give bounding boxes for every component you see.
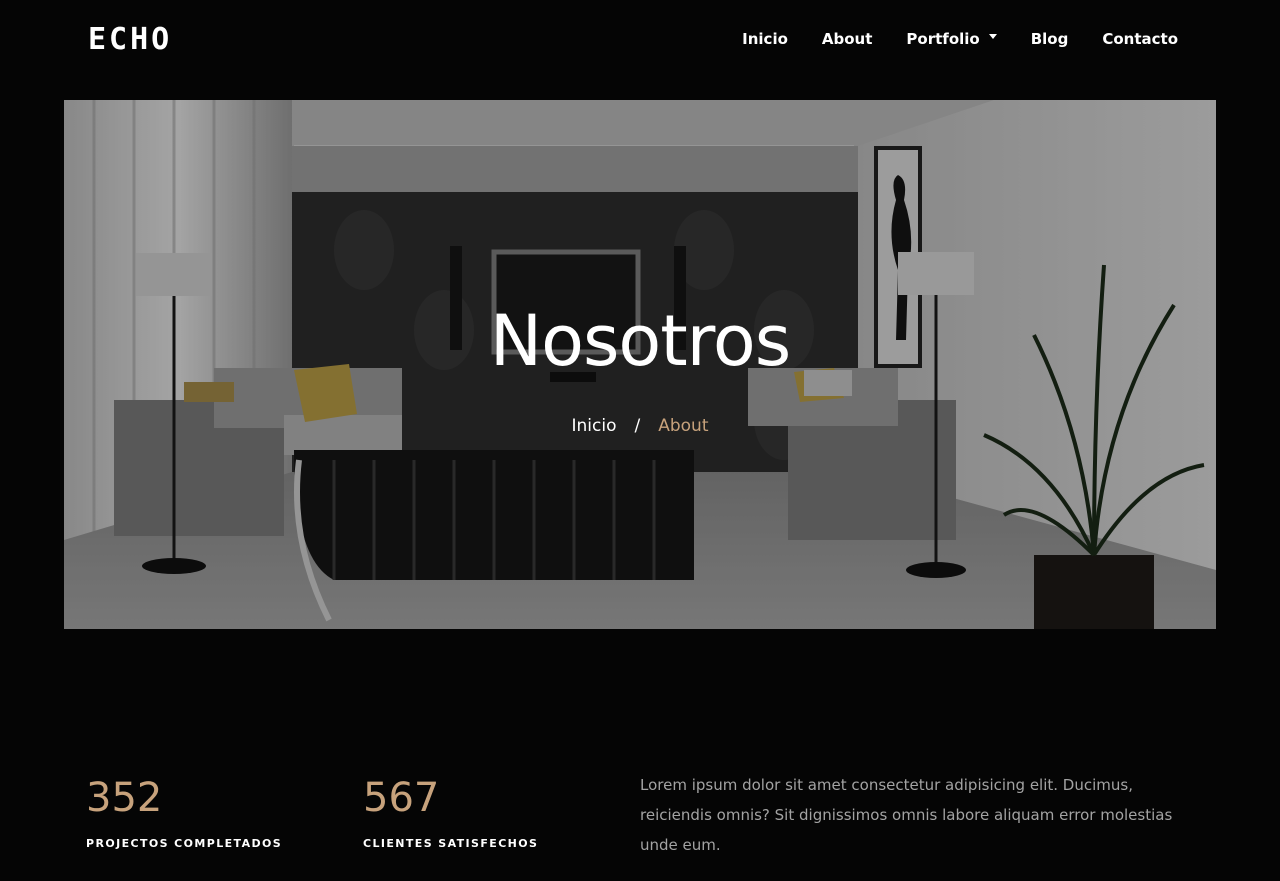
- nav-item-label: Contacto: [1102, 30, 1178, 48]
- about-description: Lorem ipsum dolor sit amet consectetur a…: [640, 776, 1173, 854]
- breadcrumb-current: About: [658, 416, 709, 436]
- stat-projects: 352 PROJECTOS COMPLETADOS: [86, 772, 282, 850]
- main-nav: Inicio About Portfolio Blog Contacto: [742, 28, 1178, 50]
- stat-number: 352: [86, 775, 163, 821]
- breadcrumb-home-link[interactable]: Inicio: [572, 416, 617, 436]
- nav-item-about[interactable]: About: [822, 28, 873, 50]
- site-header: ECHO Inicio About Portfolio Blog Contact…: [0, 0, 1280, 80]
- nav-item-label: About: [821, 30, 873, 48]
- hero-banner: Nosotros Inicio / About: [64, 100, 1216, 629]
- stat-number: 567: [363, 775, 440, 821]
- breadcrumb: Inicio / About: [64, 414, 1216, 438]
- chevron-down-icon: [988, 33, 997, 39]
- nav-item-blog[interactable]: Blog: [1031, 28, 1069, 50]
- nav-item-inicio[interactable]: Inicio: [742, 28, 788, 50]
- nav-item-label: Blog: [1030, 30, 1069, 48]
- nav-item-contacto[interactable]: Contacto: [1102, 28, 1178, 50]
- breadcrumb-separator: /: [634, 416, 641, 436]
- page-title: Nosotros: [489, 300, 791, 382]
- nav-item-portfolio[interactable]: Portfolio: [906, 28, 997, 50]
- brand-logo[interactable]: ECHO: [88, 22, 172, 58]
- stat-label: CLIENTES SATISFECHOS: [363, 837, 539, 850]
- stat-clients: 567 CLIENTES SATISFECHOS: [363, 772, 538, 850]
- nav-item-label: Portfolio: [906, 30, 980, 48]
- nav-item-label: Inicio: [742, 30, 788, 48]
- stat-label: PROJECTOS COMPLETADOS: [86, 837, 283, 850]
